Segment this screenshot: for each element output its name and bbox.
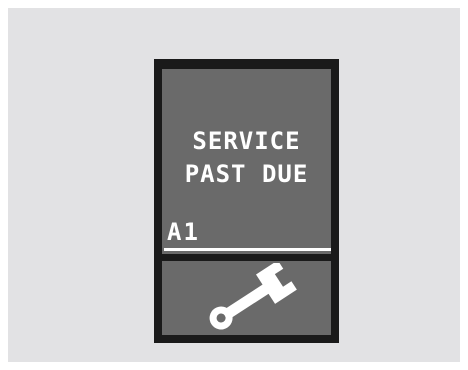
wrench-icon xyxy=(209,263,297,330)
service-code: A1 xyxy=(167,218,200,246)
message-screen: SERVICE PAST DUE A1 xyxy=(162,69,331,254)
service-display: SERVICE PAST DUE A1 xyxy=(154,59,339,343)
background-panel: SERVICE PAST DUE A1 xyxy=(8,8,460,362)
divider-line xyxy=(164,248,331,251)
service-message: SERVICE PAST DUE xyxy=(162,125,331,191)
icon-screen xyxy=(162,261,331,335)
message-line-1: SERVICE xyxy=(192,127,301,155)
message-line-2: PAST DUE xyxy=(184,160,309,188)
